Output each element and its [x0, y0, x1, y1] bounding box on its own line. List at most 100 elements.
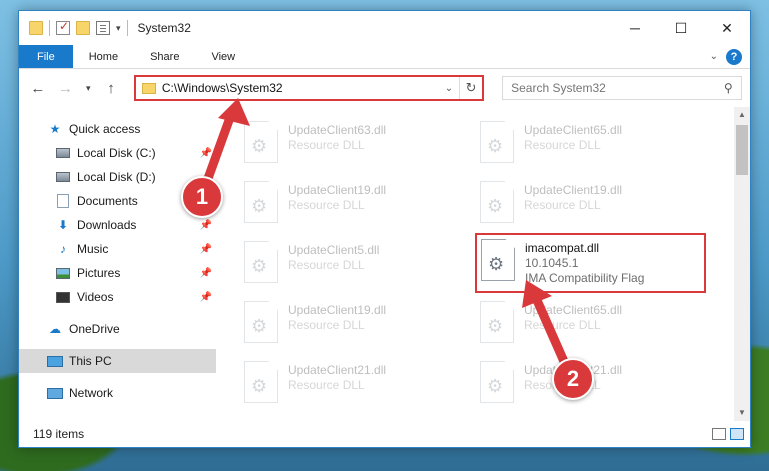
- tab-view[interactable]: View: [195, 45, 251, 68]
- item-count: 119 items: [33, 427, 85, 441]
- search-icon[interactable]: ⚲: [724, 81, 733, 95]
- tab-share[interactable]: Share: [134, 45, 195, 68]
- customize-toolbar-icon[interactable]: [96, 21, 110, 35]
- navigation-pane: ★ Quick access Local Disk (C:) 📌 Local D…: [19, 107, 216, 421]
- properties-icon[interactable]: [56, 19, 70, 35]
- videos-icon: [56, 291, 70, 303]
- dll-file-icon: [480, 301, 514, 343]
- minimize-button[interactable]: ─: [612, 11, 658, 45]
- highlighted-file-item[interactable]: imacompat.dll 10.1045.1 IMA Compatibilit…: [475, 233, 706, 293]
- sidebar-item-label: Videos: [77, 290, 114, 304]
- file-item-imacompat[interactable]: imacompat.dll 10.1045.1 IMA Compatibilit…: [481, 239, 701, 291]
- file-name: imacompat.dll: [525, 241, 600, 255]
- file-item[interactable]: UpdateClient19.dll Resource DLL: [244, 181, 464, 233]
- file-type: Resource DLL: [524, 198, 601, 212]
- file-name: UpdateClient21.dll: [288, 363, 387, 377]
- sidebar-item-label: Local Disk (C:): [77, 146, 156, 160]
- address-history-chevron-icon[interactable]: ⌄: [439, 77, 461, 99]
- sidebar-item-quick-access[interactable]: ★ Quick access: [19, 117, 216, 141]
- details-view-icon[interactable]: [712, 428, 726, 440]
- file-list: UpdateClient63.dll Resource DLL UpdateCl…: [216, 107, 750, 421]
- scrollbar-thumb[interactable]: [736, 125, 748, 175]
- pin-icon[interactable]: 📌: [200, 268, 212, 279]
- file-type: Resource DLL: [288, 138, 365, 152]
- dll-file-icon: [244, 181, 278, 223]
- pin-icon[interactable]: 📌: [200, 292, 212, 303]
- back-arrow-icon[interactable]: ←: [27, 80, 49, 97]
- search-box[interactable]: ⚲: [502, 76, 742, 100]
- sidebar-item-label: Pictures: [77, 266, 121, 280]
- vertical-scrollbar[interactable]: ▲ ▼: [734, 107, 750, 421]
- file-item[interactable]: UpdateClient65.dll Resource DLL: [480, 301, 700, 353]
- sidebar-item-this-pc[interactable]: This PC: [19, 349, 216, 373]
- tab-file[interactable]: File: [19, 45, 73, 68]
- expand-ribbon-icon[interactable]: ⌄: [710, 51, 718, 62]
- tab-home[interactable]: Home: [73, 45, 134, 68]
- file-item[interactable]: UpdateClient19.dll Resource DLL: [480, 181, 700, 233]
- file-item[interactable]: UpdateClient65.dll Resource DLL: [480, 121, 700, 173]
- file-item[interactable]: UpdateClient5.dll Resource DLL: [244, 241, 464, 293]
- drive-icon: [56, 148, 70, 158]
- pin-icon[interactable]: 📌: [200, 244, 212, 255]
- pin-icon[interactable]: 📌: [200, 148, 212, 159]
- sidebar-item-network[interactable]: Network: [19, 381, 216, 405]
- address-path[interactable]: C:\Windows\System32: [162, 81, 283, 95]
- file-type: Resource DLL: [288, 258, 365, 272]
- dll-file-icon: [481, 239, 515, 281]
- sidebar-item-label: Documents: [77, 194, 138, 208]
- dll-file-icon: [244, 301, 278, 343]
- downloads-icon: ⬇: [57, 218, 69, 232]
- drive-icon: [56, 172, 70, 182]
- recent-locations-chevron-icon[interactable]: ▾: [82, 83, 94, 94]
- sidebar-item-downloads[interactable]: ⬇ Downloads 📌: [19, 213, 216, 237]
- pin-icon[interactable]: 📌: [200, 220, 212, 231]
- file-type: Resource DLL: [524, 318, 601, 332]
- navigation-bar: ← → ▾ ↑ C:\Windows\System32 ⌄ ↻ ⚲: [19, 69, 750, 107]
- sidebar-item-music[interactable]: ♪ Music 📌: [19, 237, 216, 261]
- chevron-down-icon[interactable]: ▾: [116, 23, 121, 34]
- sidebar-item-pictures[interactable]: Pictures 📌: [19, 261, 216, 285]
- sidebar-item-label: Network: [69, 386, 114, 400]
- file-item[interactable]: UpdateClient63.dll Resource DLL: [244, 121, 464, 173]
- cloud-icon: ☁: [49, 322, 61, 336]
- callout-badge-2: 2: [552, 358, 594, 400]
- file-type: Resource DLL: [288, 198, 365, 212]
- maximize-button[interactable]: ☐: [658, 11, 704, 45]
- address-bar[interactable]: C:\Windows\System32 ⌄ ↻: [133, 75, 485, 101]
- network-icon: [47, 387, 63, 399]
- scroll-down-icon[interactable]: ▼: [734, 405, 750, 421]
- search-input[interactable]: [511, 81, 725, 95]
- file-name: UpdateClient65.dll: [524, 303, 623, 317]
- quick-access-toolbar: ▾: [29, 19, 128, 36]
- star-icon: ★: [49, 122, 61, 136]
- dll-file-icon: [480, 181, 514, 223]
- ribbon-tabs: File Home Share View ⌄ ?: [19, 45, 750, 69]
- file-version: 10.1045.1: [525, 256, 579, 270]
- close-button[interactable]: ✕: [704, 11, 750, 45]
- up-arrow-icon[interactable]: ↑: [100, 80, 122, 97]
- status-bar: 119 items: [19, 421, 750, 447]
- file-type: Resource DLL: [524, 138, 601, 152]
- music-icon: ♪: [60, 242, 66, 256]
- sidebar-item-videos[interactable]: Videos 📌: [19, 285, 216, 309]
- toolbar-divider: [49, 20, 50, 36]
- sidebar-item-onedrive[interactable]: ☁ OneDrive: [19, 317, 216, 341]
- file-item[interactable]: UpdateClient21.dll Resource DLL: [244, 361, 464, 413]
- scroll-up-icon[interactable]: ▲: [734, 107, 750, 123]
- folder-icon: [29, 21, 43, 35]
- file-item[interactable]: UpdateClient19.dll Resource DLL: [244, 301, 464, 353]
- dll-file-icon: [480, 361, 514, 403]
- file-name: UpdateClient5.dll: [288, 243, 380, 257]
- dll-file-icon: [244, 361, 278, 403]
- new-folder-icon[interactable]: [76, 21, 90, 35]
- refresh-icon[interactable]: ↻: [460, 80, 482, 96]
- sidebar-item-local-disk-c[interactable]: Local Disk (C:) 📌: [19, 141, 216, 165]
- help-icon[interactable]: ?: [726, 48, 742, 65]
- file-explorer-window: ▾ System32 ─ ☐ ✕ File Home Share View ⌄ …: [18, 10, 751, 448]
- sidebar-item-label: Local Disk (D:): [77, 170, 156, 184]
- computer-icon: [47, 355, 63, 367]
- forward-arrow-icon[interactable]: →: [55, 80, 77, 97]
- dll-file-icon: [244, 241, 278, 283]
- pictures-icon: [56, 267, 70, 279]
- tiles-view-icon[interactable]: [730, 428, 744, 440]
